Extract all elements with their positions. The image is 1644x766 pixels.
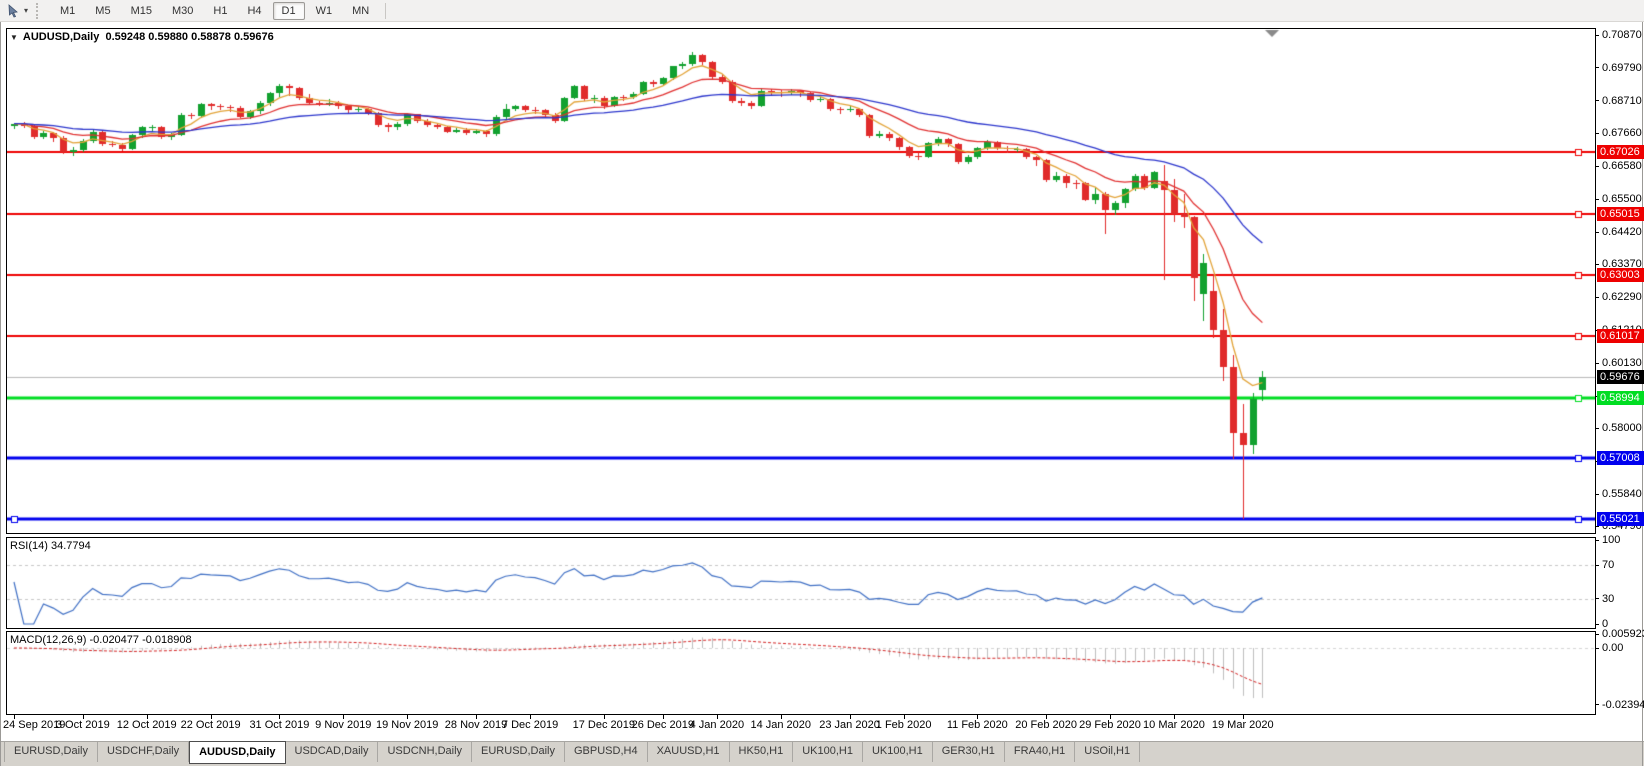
date-label: 20 Feb 2020 — [1015, 719, 1077, 731]
rsi-indicator-canvas[interactable] — [7, 538, 1595, 628]
chart-tab-usdchf-daily[interactable]: USDCHF,Daily — [98, 742, 189, 762]
hline-price-label: 0.57008 — [1597, 451, 1644, 465]
chart-tab-audusd-daily[interactable]: AUDUSD,Daily — [189, 741, 285, 764]
toolbar-separator — [385, 3, 386, 19]
date-label: 17 Dec 2019 — [573, 719, 635, 731]
timeframe-button-m5[interactable]: M5 — [86, 2, 119, 20]
date-label: 26 Dec 2019 — [632, 719, 694, 731]
chart-tab-fra40-h1[interactable]: FRA40,H1 — [1005, 742, 1075, 762]
ohlc-close: 0.59676 — [234, 31, 274, 43]
timeframe-button-w1[interactable]: W1 — [307, 2, 342, 20]
date-label: 10 Mar 2020 — [1143, 719, 1205, 731]
date-label: 3 Oct 2019 — [56, 719, 110, 731]
chart-tab-usoil-h1[interactable]: USOil,H1 — [1075, 742, 1140, 762]
price-tick-label: 0.62290 — [1595, 291, 1642, 303]
toolbar-grip — [36, 3, 44, 19]
timeframe-toolbar: ▾ M1M5M15M30H1H4D1W1MN — [0, 0, 1644, 22]
timeframe-button-h4[interactable]: H4 — [238, 2, 270, 20]
cursor-tool-dropdown-icon[interactable]: ▾ — [24, 6, 28, 15]
price-tick-label: 0.69790 — [1595, 62, 1642, 74]
chart-tab-usdcad-daily[interactable]: USDCAD,Daily — [286, 742, 379, 762]
chart-tab-eurusd-daily[interactable]: EURUSD,Daily — [4, 742, 98, 762]
chart-tab-xauusd-h1[interactable]: XAUUSD,H1 — [648, 742, 730, 762]
chart-tab-uk100-h1[interactable]: UK100,H1 — [863, 742, 933, 762]
ohlc-high: 0.59880 — [148, 31, 188, 43]
window-left-border — [0, 22, 1, 766]
ohlc-open: 0.59248 — [105, 31, 145, 43]
collapse-chart-icon[interactable]: ▼ — [10, 33, 18, 42]
date-label: 4 Jan 2020 — [690, 719, 744, 731]
timeframe-button-m1[interactable]: M1 — [51, 2, 84, 20]
current-price-label: 0.59676 — [1597, 370, 1644, 384]
date-label: 29 Feb 2020 — [1079, 719, 1141, 731]
price-tick-label: 0.66580 — [1595, 160, 1642, 172]
chart-tab-gbpusd-h4[interactable]: GBPUSD,H4 — [565, 742, 648, 762]
date-label: 28 Nov 2019 — [445, 719, 507, 731]
hline-price-label: 0.61017 — [1597, 329, 1644, 343]
price-tick-label: 0.70870 — [1595, 29, 1642, 41]
timeframe-button-mn[interactable]: MN — [343, 2, 378, 20]
hline-price-label: 0.65015 — [1597, 207, 1644, 221]
macd-level-label: -0.023944 — [1595, 699, 1644, 711]
date-label: 31 Oct 2019 — [249, 719, 309, 731]
rsi-label: RSI(14) 34.7794 — [10, 540, 91, 552]
macd-values: -0.020477 -0.018908 — [89, 634, 191, 646]
hline-price-label: 0.55021 — [1597, 512, 1644, 526]
chart-title: ▼ AUDUSD,Daily 0.59248 0.59880 0.58878 0.… — [10, 31, 274, 43]
price-tick-label: 0.67660 — [1595, 127, 1642, 139]
chart-tab-usdcnh-daily[interactable]: USDCNH,Daily — [378, 742, 472, 762]
price-chart-canvas[interactable] — [7, 29, 1595, 533]
macd-level-label: 0.005923 — [1595, 628, 1644, 640]
macd-level-label: 0.00 — [1595, 642, 1623, 654]
timeframe-button-d1[interactable]: D1 — [273, 2, 305, 20]
hline-price-label: 0.67026 — [1597, 145, 1644, 159]
price-tick-label: 0.58000 — [1595, 422, 1642, 434]
date-label: 14 Jan 2020 — [750, 719, 811, 731]
date-label: 7 Dec 2019 — [502, 719, 558, 731]
macd-label: MACD(12,26,9) -0.020477 -0.018908 — [10, 634, 192, 646]
rsi-value: 34.7794 — [51, 540, 91, 552]
price-tick-label: 0.55840 — [1595, 488, 1642, 500]
timeframe-button-h1[interactable]: H1 — [204, 2, 236, 20]
date-label: 23 Jan 2020 — [819, 719, 880, 731]
chart-tab-ger30-h1[interactable]: GER30,H1 — [933, 742, 1005, 762]
hline-price-label: 0.63003 — [1597, 268, 1644, 282]
date-label: 1 Feb 2020 — [876, 719, 932, 731]
date-label: 22 Oct 2019 — [181, 719, 241, 731]
chart-tab-eurusd-daily[interactable]: EURUSD,Daily — [472, 742, 565, 762]
rsi-level-label: 100 — [1595, 534, 1620, 546]
timeframe-buttons: M1M5M15M30H1H4D1W1MN — [50, 1, 379, 20]
date-label: 9 Nov 2019 — [315, 719, 371, 731]
price-tick-label: 0.64420 — [1595, 226, 1642, 238]
date-label: 19 Mar 2020 — [1212, 719, 1274, 731]
cursor-tool-icon[interactable] — [6, 3, 22, 19]
price-tick-label: 0.65500 — [1595, 193, 1642, 205]
macd-indicator-canvas[interactable] — [7, 632, 1595, 714]
rsi-level-label: 70 — [1595, 559, 1614, 571]
chart-tab-bar: EURUSD,DailyUSDCHF,DailyAUDUSD,DailyUSDC… — [0, 741, 1644, 766]
timeframe-button-m15[interactable]: M15 — [122, 2, 161, 20]
hline-price-label: 0.58994 — [1597, 391, 1644, 405]
timeframe-button-m30[interactable]: M30 — [163, 2, 202, 20]
date-label: 12 Oct 2019 — [117, 719, 177, 731]
trading-platform-window: ▾ M1M5M15M30H1H4D1W1MN ▼ AUDUSD,Daily 0.5… — [0, 0, 1644, 766]
rsi-level-label: 30 — [1595, 593, 1614, 605]
price-tick-label: 0.60130 — [1595, 357, 1642, 369]
ohlc-low: 0.58878 — [191, 31, 231, 43]
price-tick-label: 0.68710 — [1595, 95, 1642, 107]
date-label: 11 Feb 2020 — [947, 719, 1008, 731]
date-label: 19 Nov 2019 — [376, 719, 438, 731]
chart-tab-uk100-h1[interactable]: UK100,H1 — [793, 742, 863, 762]
chart-tab-hk50-h1[interactable]: HK50,H1 — [730, 742, 794, 762]
chart-symbol-period: AUDUSD,Daily — [23, 31, 99, 43]
